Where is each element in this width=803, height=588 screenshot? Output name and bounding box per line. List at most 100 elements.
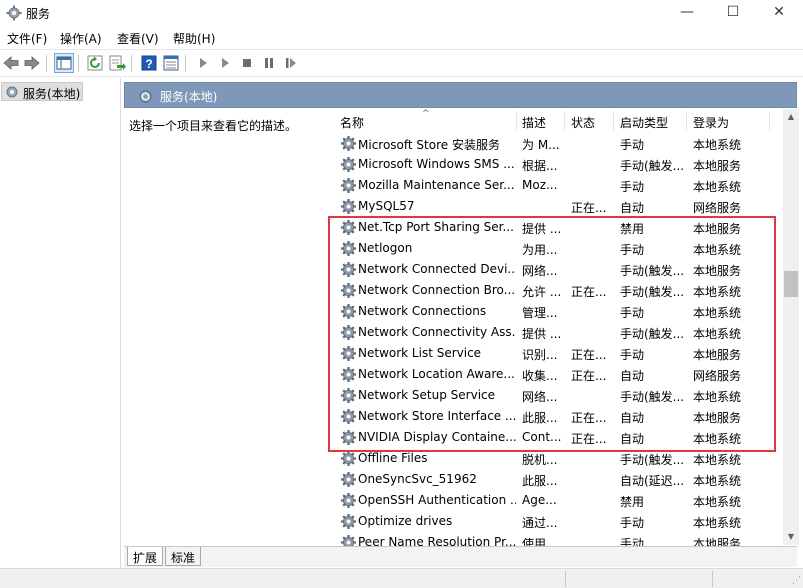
maximize-icon: ☐ [726,4,740,20]
column-divider[interactable] [769,111,770,131]
scrollbar-thumb[interactable] [784,271,798,297]
service-status: 正在... [571,285,607,299]
service-status: 正在... [571,201,607,215]
service-startup-type: 手动(触发... [620,453,685,467]
service-gear-icon [341,451,356,466]
menu-bar: 文件(F) 操作(A) 查看(V) 帮助(H) [0,26,803,48]
service-description: 提供 ... [522,327,562,341]
service-row[interactable]: MySQL57 正在... 自动 网络服务 [332,196,783,217]
export-list-icon[interactable] [108,54,126,72]
minimize-icon: — [680,4,694,20]
service-startup-type: 手动 [620,306,645,320]
service-row[interactable]: Offline Files 脱机... 手动(触发... 本地系统 [332,448,783,469]
stop-service-icon[interactable] [238,54,256,72]
service-row[interactable]: Network Connected Devi... 网络... 手动(触发... 本地… [332,259,783,280]
service-description: 为用... [522,243,558,257]
column-header-startup-type[interactable]: 启动类型 [620,114,668,133]
tab-standard[interactable]: 标准 [165,547,202,566]
back-arrow-icon[interactable] [2,54,20,72]
service-row[interactable]: Microsoft Windows SMS ... 根据... 手动(触发... 本地… [332,154,783,175]
service-row[interactable]: Microsoft Store 安装服务 为 M... 手动 本地系统 [332,133,783,154]
service-logon-as: 本地服务 [693,537,742,546]
service-description: 为 M... [522,138,560,152]
service-logon-as: 网络服务 [693,369,742,383]
menu-view[interactable]: 查看(V) [117,30,159,47]
service-startup-type: 手动 [620,138,645,152]
toolbar-separator [185,55,186,72]
show-hide-console-tree-icon[interactable] [54,53,74,73]
scroll-down-icon[interactable]: ▼ [783,529,799,545]
view-tabs: 扩展 标准 [124,546,797,567]
service-row[interactable]: Peer Name Resolution Pr... 使用... 手动 本地服务 [332,532,783,546]
service-name: Offline Files [358,451,428,465]
service-row[interactable]: Mozilla Maintenance Ser... Moz... 手动 本地系统 [332,175,783,196]
help-icon[interactable]: ? [140,54,158,72]
services-list: ^ 名称 描述 状态 启动类型 登录为 Microsoft Store 安装服务… [332,109,783,546]
service-startup-type: 手动(触发... [620,327,685,341]
service-row[interactable]: Network Location Aware... 收集... 正在... 自动 网络服… [332,364,783,385]
service-row[interactable]: Network Connection Bro... 允许 ... 正在... 手动(触… [332,280,783,301]
close-button[interactable]: ✕ [756,0,802,26]
column-header-description[interactable]: 描述 [522,114,546,133]
service-description: Cont... [522,430,562,444]
service-gear-icon [341,388,356,403]
tab-extended[interactable]: 扩展 [127,547,164,566]
service-logon-as: 本地服务 [693,159,742,173]
column-header-name[interactable]: 名称 [340,114,364,133]
service-logon-as: 本地系统 [693,327,742,341]
service-startup-type: 自动(延迟... [620,474,685,488]
service-startup-type: 手动 [620,537,645,546]
service-name: Net.Tcp Port Sharing Ser... [358,220,514,234]
service-row[interactable]: OpenSSH Authentication ... Age... 禁用 本地系统 [332,490,783,511]
service-gear-icon [341,535,356,546]
service-logon-as: 本地系统 [693,306,742,320]
pause-service-icon[interactable] [260,54,278,72]
service-description: 识别... [522,348,558,362]
maximize-button[interactable]: ☐ [710,0,756,26]
column-divider[interactable] [686,111,687,131]
service-row[interactable]: Optimize drives 通过... 手动 本地系统 [332,511,783,532]
service-row[interactable]: Network Setup Service 网络... 手动(触发... 本地系统 [332,385,783,406]
pane-header: 服务(本地) [124,82,797,108]
service-description: 提供 ... [522,222,562,236]
minimize-button[interactable]: — [664,0,710,26]
column-header-logon-as[interactable]: 登录为 [693,114,729,133]
service-row[interactable]: Netlogon 为用... 手动 本地系统 [332,238,783,259]
service-name: Microsoft Store 安装服务 [358,138,500,152]
service-description: 通过... [522,516,558,530]
service-logon-as: 本地系统 [693,180,742,194]
service-row[interactable]: Network Store Interface ... 此服... 正在... 自动 本… [332,406,783,427]
tree-node-services-local[interactable]: 服务(本地) [1,82,83,101]
menu-file[interactable]: 文件(F) [7,30,47,47]
column-divider[interactable] [564,111,565,131]
service-gear-icon [341,346,356,361]
service-logon-as: 本地服务 [693,222,742,236]
service-row[interactable]: Network Connectivity Ass... 提供 ... 手动(触发..… [332,322,783,343]
menu-help[interactable]: 帮助(H) [173,30,215,47]
resize-grip-icon[interactable]: ⋰ [792,576,801,586]
service-name: NVIDIA Display Containe... [358,430,516,444]
column-header-status[interactable]: 状态 [571,114,595,133]
service-description: 脱机... [522,453,558,467]
vertical-scrollbar[interactable]: ▲ ▼ [783,109,799,545]
column-divider[interactable] [516,111,517,131]
service-row[interactable]: NVIDIA Display Containe... Cont... 正在... 自动… [332,427,783,448]
pane-header-title: 服务(本地) [160,90,218,104]
service-logon-as: 本地服务 [693,411,742,425]
start-service-icon[interactable] [194,54,212,72]
toolbar-separator [78,55,79,72]
service-row[interactable]: Network List Service 识别... 正在... 手动 本地服务 [332,343,783,364]
start-service-alt-icon[interactable] [216,54,234,72]
service-gear-icon [341,157,356,172]
properties-icon[interactable] [162,54,180,72]
forward-arrow-icon[interactable] [23,54,41,72]
restart-service-icon[interactable] [282,54,300,72]
scroll-up-icon[interactable]: ▲ [783,109,799,125]
service-row[interactable]: Net.Tcp Port Sharing Ser... 提供 ... 禁用 本地服务 [332,217,783,238]
service-startup-type: 自动 [620,201,645,215]
service-row[interactable]: Network Connections 管理... 手动 本地系统 [332,301,783,322]
service-row[interactable]: OneSyncSvc_51962 此服... 自动(延迟... 本地系统 [332,469,783,490]
menu-action[interactable]: 操作(A) [60,30,102,47]
column-divider[interactable] [613,111,614,131]
refresh-icon[interactable] [86,54,104,72]
